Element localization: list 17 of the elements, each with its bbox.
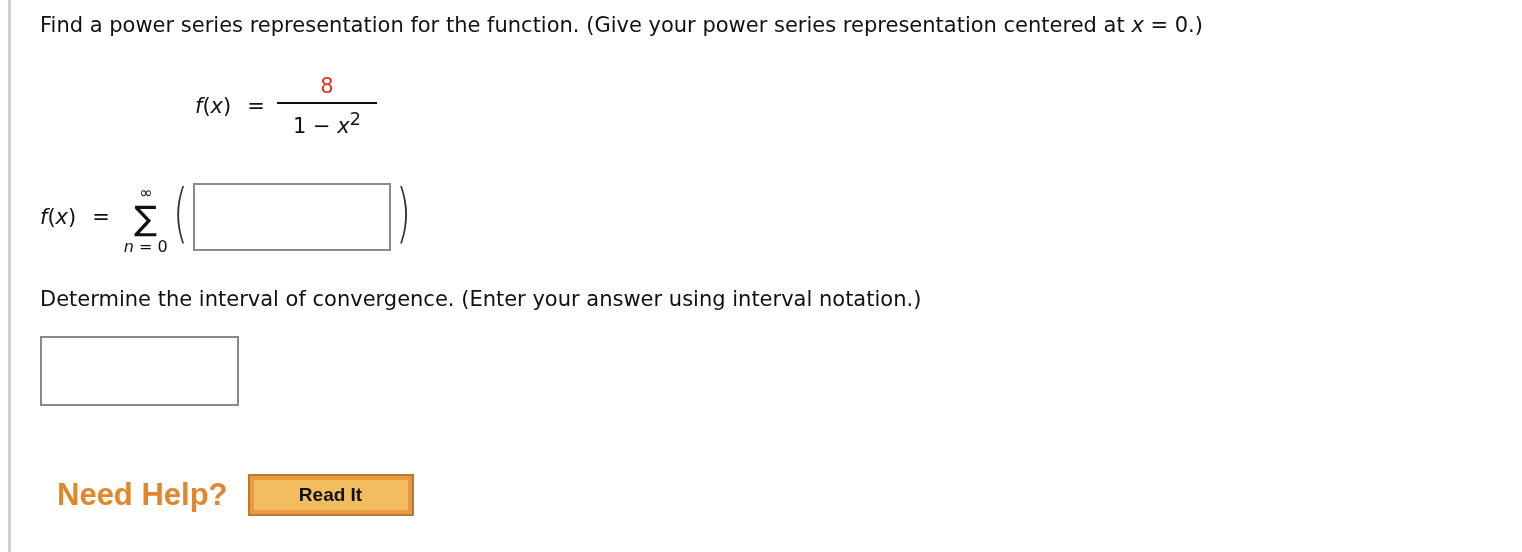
question-text: Find a power series representation for the function. (Give your power series representation centered at x = 0.) xyxy=(40,12,1204,38)
numerator: 8 xyxy=(320,74,334,98)
function-label: f(x) xyxy=(40,205,77,229)
answer-box[interactable] xyxy=(192,183,391,251)
need-help-label: Need Help? xyxy=(57,477,228,513)
read-it-button[interactable]: Read It xyxy=(247,474,414,516)
equals-sign: = xyxy=(247,94,265,118)
summation-sign: ∑ xyxy=(134,200,158,236)
question-text: Determine the interval of convergence. (Enter your answer using interval notation.) xyxy=(40,286,923,312)
denominator: 1 − x$^{2}$ xyxy=(292,108,361,138)
answer-box[interactable] xyxy=(40,336,239,406)
lower-limit: n = 0 xyxy=(123,237,168,258)
open-parenthesis: ( xyxy=(172,178,188,248)
equals-sign: = xyxy=(92,205,110,229)
function-label: f(x) xyxy=(195,94,232,118)
upper-limit: ∞ xyxy=(139,186,153,200)
close-parenthesis: ) xyxy=(395,178,411,248)
